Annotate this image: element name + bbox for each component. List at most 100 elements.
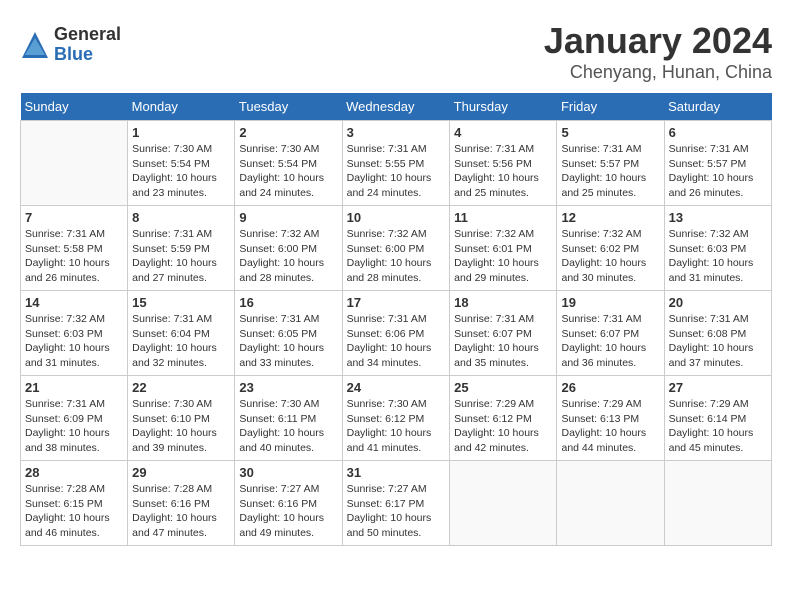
sunset-text: Sunset: 6:12 PM <box>454 413 532 425</box>
day-cell: 8 Sunrise: 7:31 AM Sunset: 5:59 PM Dayli… <box>128 206 235 291</box>
day-cell: 29 Sunrise: 7:28 AM Sunset: 6:16 PM Dayl… <box>128 461 235 546</box>
day-cell: 15 Sunrise: 7:31 AM Sunset: 6:04 PM Dayl… <box>128 291 235 376</box>
day-cell: 13 Sunrise: 7:32 AM Sunset: 6:03 PM Dayl… <box>664 206 771 291</box>
sunrise-text: Sunrise: 7:31 AM <box>454 143 534 155</box>
sunset-text: Sunset: 6:13 PM <box>561 413 639 425</box>
sunset-text: Sunset: 5:54 PM <box>132 158 210 170</box>
sunrise-text: Sunrise: 7:30 AM <box>239 398 319 410</box>
daylight-text: Daylight: 10 hours and 47 minutes. <box>132 512 217 539</box>
sunset-text: Sunset: 6:11 PM <box>239 413 316 425</box>
day-number: 19 <box>561 295 659 310</box>
daylight-text: Daylight: 10 hours and 32 minutes. <box>132 342 217 369</box>
day-info: Sunrise: 7:27 AM Sunset: 6:17 PM Dayligh… <box>347 482 446 541</box>
weekday-header-monday: Monday <box>128 93 235 121</box>
day-cell: 24 Sunrise: 7:30 AM Sunset: 6:12 PM Dayl… <box>342 376 450 461</box>
day-info: Sunrise: 7:32 AM Sunset: 6:00 PM Dayligh… <box>239 227 337 286</box>
daylight-text: Daylight: 10 hours and 28 minutes. <box>239 257 324 284</box>
day-cell: 19 Sunrise: 7:31 AM Sunset: 6:07 PM Dayl… <box>557 291 664 376</box>
sunrise-text: Sunrise: 7:30 AM <box>347 398 427 410</box>
sunrise-text: Sunrise: 7:31 AM <box>669 143 749 155</box>
sunset-text: Sunset: 6:01 PM <box>454 243 532 255</box>
day-cell: 3 Sunrise: 7:31 AM Sunset: 5:55 PM Dayli… <box>342 121 450 206</box>
daylight-text: Daylight: 10 hours and 26 minutes. <box>25 257 110 284</box>
sunrise-text: Sunrise: 7:31 AM <box>239 313 319 325</box>
day-number: 7 <box>25 210 123 225</box>
daylight-text: Daylight: 10 hours and 24 minutes. <box>239 172 324 199</box>
daylight-text: Daylight: 10 hours and 31 minutes. <box>669 257 754 284</box>
weekday-header-friday: Friday <box>557 93 664 121</box>
sunrise-text: Sunrise: 7:31 AM <box>347 313 427 325</box>
day-cell: 31 Sunrise: 7:27 AM Sunset: 6:17 PM Dayl… <box>342 461 450 546</box>
sunset-text: Sunset: 6:07 PM <box>561 328 639 340</box>
day-number: 8 <box>132 210 230 225</box>
day-number: 5 <box>561 125 659 140</box>
day-number: 23 <box>239 380 337 395</box>
day-cell: 9 Sunrise: 7:32 AM Sunset: 6:00 PM Dayli… <box>235 206 342 291</box>
day-cell: 6 Sunrise: 7:31 AM Sunset: 5:57 PM Dayli… <box>664 121 771 206</box>
sunrise-text: Sunrise: 7:27 AM <box>239 483 319 495</box>
sunrise-text: Sunrise: 7:30 AM <box>239 143 319 155</box>
day-number: 2 <box>239 125 337 140</box>
day-info: Sunrise: 7:29 AM Sunset: 6:14 PM Dayligh… <box>669 397 767 456</box>
day-number: 27 <box>669 380 767 395</box>
weekday-header-thursday: Thursday <box>450 93 557 121</box>
day-cell: 16 Sunrise: 7:31 AM Sunset: 6:05 PM Dayl… <box>235 291 342 376</box>
day-cell <box>557 461 664 546</box>
day-info: Sunrise: 7:29 AM Sunset: 6:12 PM Dayligh… <box>454 397 552 456</box>
day-info: Sunrise: 7:31 AM Sunset: 5:59 PM Dayligh… <box>132 227 230 286</box>
day-cell: 18 Sunrise: 7:31 AM Sunset: 6:07 PM Dayl… <box>450 291 557 376</box>
location-title: Chenyang, Hunan, China <box>544 62 772 83</box>
day-number: 24 <box>347 380 446 395</box>
day-info: Sunrise: 7:31 AM Sunset: 5:57 PM Dayligh… <box>561 142 659 201</box>
sunset-text: Sunset: 6:16 PM <box>132 498 210 510</box>
daylight-text: Daylight: 10 hours and 42 minutes. <box>454 427 539 454</box>
sunset-text: Sunset: 5:54 PM <box>239 158 317 170</box>
day-number: 9 <box>239 210 337 225</box>
logo-general: General <box>54 25 121 45</box>
day-info: Sunrise: 7:32 AM Sunset: 6:00 PM Dayligh… <box>347 227 446 286</box>
daylight-text: Daylight: 10 hours and 45 minutes. <box>669 427 754 454</box>
day-info: Sunrise: 7:30 AM Sunset: 5:54 PM Dayligh… <box>132 142 230 201</box>
day-cell: 4 Sunrise: 7:31 AM Sunset: 5:56 PM Dayli… <box>450 121 557 206</box>
day-number: 30 <box>239 465 337 480</box>
day-cell: 11 Sunrise: 7:32 AM Sunset: 6:01 PM Dayl… <box>450 206 557 291</box>
sunset-text: Sunset: 6:09 PM <box>25 413 103 425</box>
sunrise-text: Sunrise: 7:31 AM <box>561 313 641 325</box>
day-cell: 27 Sunrise: 7:29 AM Sunset: 6:14 PM Dayl… <box>664 376 771 461</box>
week-row-2: 7 Sunrise: 7:31 AM Sunset: 5:58 PM Dayli… <box>21 206 772 291</box>
sunset-text: Sunset: 6:04 PM <box>132 328 210 340</box>
day-cell: 7 Sunrise: 7:31 AM Sunset: 5:58 PM Dayli… <box>21 206 128 291</box>
day-info: Sunrise: 7:30 AM Sunset: 6:11 PM Dayligh… <box>239 397 337 456</box>
sunrise-text: Sunrise: 7:32 AM <box>669 228 749 240</box>
sunset-text: Sunset: 6:16 PM <box>239 498 317 510</box>
day-cell: 14 Sunrise: 7:32 AM Sunset: 6:03 PM Dayl… <box>21 291 128 376</box>
sunrise-text: Sunrise: 7:31 AM <box>25 228 105 240</box>
day-cell: 10 Sunrise: 7:32 AM Sunset: 6:00 PM Dayl… <box>342 206 450 291</box>
sunrise-text: Sunrise: 7:28 AM <box>25 483 105 495</box>
day-info: Sunrise: 7:31 AM Sunset: 6:07 PM Dayligh… <box>454 312 552 371</box>
day-number: 26 <box>561 380 659 395</box>
daylight-text: Daylight: 10 hours and 38 minutes. <box>25 427 110 454</box>
daylight-text: Daylight: 10 hours and 27 minutes. <box>132 257 217 284</box>
day-info: Sunrise: 7:32 AM Sunset: 6:01 PM Dayligh… <box>454 227 552 286</box>
week-row-3: 14 Sunrise: 7:32 AM Sunset: 6:03 PM Dayl… <box>21 291 772 376</box>
sunset-text: Sunset: 6:14 PM <box>669 413 747 425</box>
logo-blue: Blue <box>54 45 121 65</box>
sunset-text: Sunset: 6:15 PM <box>25 498 103 510</box>
day-cell: 26 Sunrise: 7:29 AM Sunset: 6:13 PM Dayl… <box>557 376 664 461</box>
daylight-text: Daylight: 10 hours and 34 minutes. <box>347 342 432 369</box>
sunset-text: Sunset: 6:03 PM <box>25 328 103 340</box>
daylight-text: Daylight: 10 hours and 46 minutes. <box>25 512 110 539</box>
sunset-text: Sunset: 5:57 PM <box>669 158 747 170</box>
sunrise-text: Sunrise: 7:32 AM <box>454 228 534 240</box>
day-info: Sunrise: 7:28 AM Sunset: 6:15 PM Dayligh… <box>25 482 123 541</box>
sunrise-text: Sunrise: 7:32 AM <box>561 228 641 240</box>
weekday-header-row: SundayMondayTuesdayWednesdayThursdayFrid… <box>21 93 772 121</box>
day-number: 18 <box>454 295 552 310</box>
sunrise-text: Sunrise: 7:30 AM <box>132 143 212 155</box>
sunrise-text: Sunrise: 7:29 AM <box>669 398 749 410</box>
sunrise-text: Sunrise: 7:31 AM <box>454 313 534 325</box>
sunrise-text: Sunrise: 7:32 AM <box>239 228 319 240</box>
day-info: Sunrise: 7:31 AM Sunset: 5:57 PM Dayligh… <box>669 142 767 201</box>
day-info: Sunrise: 7:31 AM Sunset: 5:58 PM Dayligh… <box>25 227 123 286</box>
